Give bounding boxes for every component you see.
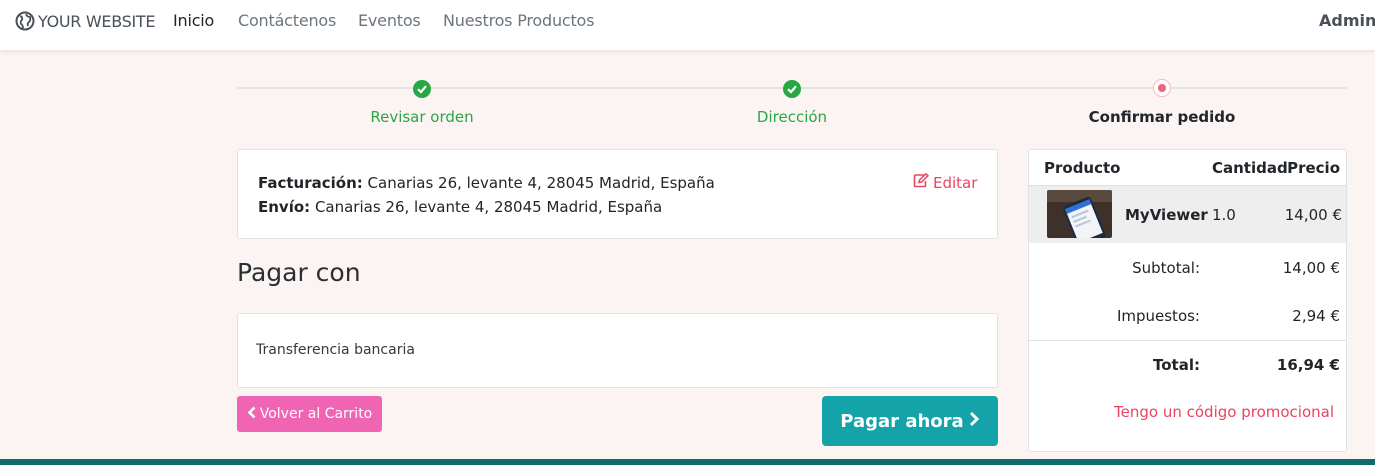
nav-inicio[interactable]: Inicio (173, 11, 214, 30)
globe-icon (15, 11, 35, 31)
nav-contactenos[interactable]: Contáctenos (238, 11, 336, 30)
address-card: Facturación: Canarias 26, levante 4, 280… (237, 149, 998, 239)
brand-name: YOUR WEBSITE (38, 11, 156, 31)
subtotal-label: Subtotal: (1132, 259, 1200, 277)
promo-code-link[interactable]: Tengo un código promocional (1114, 403, 1334, 421)
pay-now-button[interactable]: Pagar ahora (822, 396, 998, 446)
pay-now-label: Pagar ahora (840, 410, 964, 432)
product-thumbnail[interactable] (1047, 190, 1112, 238)
chevron-left-icon (247, 406, 257, 423)
payment-method-card[interactable]: Transferencia bancaria (237, 313, 998, 388)
top-navbar: YOUR WEBSITE Inicio Contáctenos Eventos … (0, 0, 1375, 50)
subtotal-value: 14,00 € (1282, 259, 1340, 277)
edit-address-link[interactable]: Editar (913, 172, 978, 192)
total-value: 16,94 € (1276, 356, 1340, 374)
step-revisar-orden[interactable]: Revisar orden (322, 108, 522, 126)
step-check-icon (413, 80, 431, 98)
divider (1029, 340, 1346, 341)
col-product-header: Producto (1044, 159, 1121, 177)
billing-value: Canarias 26, levante 4, 28045 Madrid, Es… (367, 174, 715, 192)
shipping-label: Envío: (258, 198, 311, 216)
product-name[interactable]: MyViewer (1125, 206, 1208, 224)
col-quantity-header: Cantidad (1212, 159, 1288, 177)
shipping-address: Envío: Canarias 26, levante 4, 28045 Mad… (258, 198, 662, 216)
table-row: MyViewer 1.0 14,00 € (1029, 186, 1346, 243)
step-current-dot-icon (1153, 79, 1171, 97)
tax-value: 2,94 € (1292, 307, 1340, 325)
step-check-icon (783, 80, 801, 98)
shipping-value: Canarias 26, levante 4, 28045 Madrid, Es… (314, 198, 663, 216)
step-confirmar-pedido: Confirmar pedido (1088, 108, 1236, 126)
col-price-header: Precio (1287, 159, 1340, 177)
edit-label: Editar (933, 173, 978, 192)
edit-icon (913, 172, 930, 192)
step-direccion[interactable]: Dirección (692, 108, 892, 126)
user-menu[interactable]: Adminis (1319, 11, 1375, 30)
payment-title: Pagar con (237, 258, 361, 287)
back-to-cart-button[interactable]: Volver al Carrito (237, 396, 382, 432)
footer-bar (0, 459, 1375, 465)
brand-logo[interactable]: YOUR WEBSITE (15, 9, 156, 33)
nav-nuestros-productos[interactable]: Nuestros Productos (443, 11, 594, 30)
order-summary: Producto Cantidad Precio MyViewer 1.0 14… (1028, 149, 1347, 452)
nav-eventos[interactable]: Eventos (358, 11, 421, 30)
product-price: 14,00 € (1284, 206, 1342, 224)
payment-option-label: Transferencia bancaria (256, 342, 415, 358)
tax-label: Impuestos: (1116, 307, 1200, 325)
product-quantity: 1.0 (1212, 206, 1236, 224)
total-label: Total: (1153, 356, 1200, 374)
billing-address: Facturación: Canarias 26, levante 4, 280… (258, 174, 715, 192)
billing-label: Facturación: (258, 174, 363, 192)
chevron-right-icon (968, 411, 980, 432)
back-to-cart-label: Volver al Carrito (259, 406, 373, 422)
